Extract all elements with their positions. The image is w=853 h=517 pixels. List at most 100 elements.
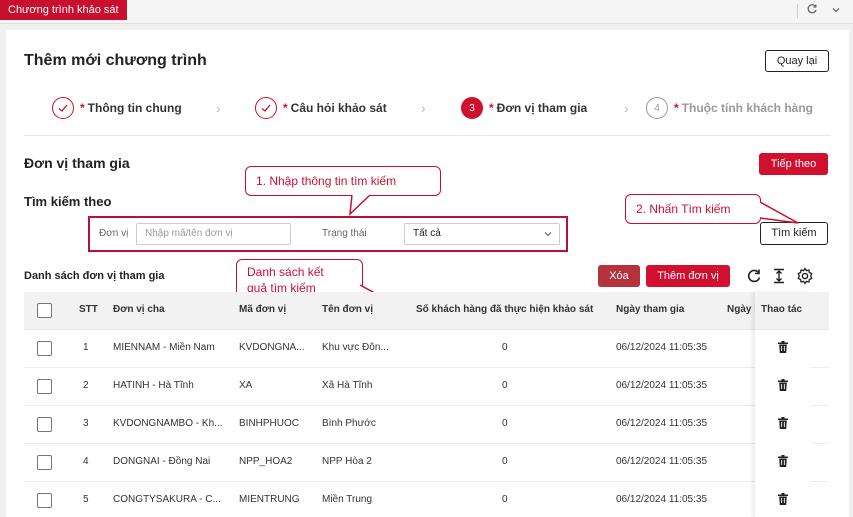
cell-count: 0	[502, 418, 508, 429]
settings-gear-icon[interactable]	[796, 267, 814, 288]
col-ma-don-vi: Mã đơn vị	[239, 304, 287, 315]
cell-parent: KVDONGNAMBO - Kh...	[113, 418, 223, 429]
chevron-down-icon	[543, 224, 553, 252]
cell-stt: 1	[83, 342, 89, 353]
step-number: 4	[646, 97, 668, 119]
required-asterisk: *	[283, 101, 288, 115]
cell-count: 0	[502, 380, 508, 391]
cell-parent: MIENNAM - Miền Nam	[113, 342, 215, 353]
unit-label: Đơn vị	[99, 228, 129, 239]
trash-icon[interactable]	[778, 493, 788, 508]
select-all-checkbox[interactable]	[37, 303, 52, 318]
divider	[24, 135, 831, 136]
col-ngay-tham-gia: Ngày tham gia	[616, 304, 685, 315]
status-select[interactable]: Tất cả	[404, 223, 560, 245]
chevron-right-icon: ›	[624, 100, 629, 116]
cell-code: KVDONGNA...	[239, 342, 305, 353]
cell-parent: HATINH - Hà Tĩnh	[113, 380, 194, 391]
cell-code: MIENTRUNG	[239, 494, 300, 505]
cell-code: XA	[239, 380, 253, 391]
main-card: Thêm mới chương trình Quay lại * Thông t…	[6, 30, 849, 517]
cell-count: 0	[502, 494, 508, 505]
required-asterisk: *	[80, 101, 85, 115]
callout-pointer	[349, 194, 371, 216]
cell-count: 0	[502, 342, 508, 353]
check-icon	[255, 97, 277, 119]
col-ten-don-vi: Tên đơn vị	[322, 304, 374, 315]
row-checkbox[interactable]	[37, 493, 52, 508]
cell-stt: 3	[83, 418, 89, 429]
table-row: 1 MIENNAM - Miền Nam KVDONGNA... Khu vực…	[24, 330, 829, 368]
search-title: Tìm kiếm theo	[24, 194, 112, 209]
required-asterisk: *	[489, 101, 494, 115]
refresh-icon[interactable]	[746, 268, 762, 287]
col-so-khach-hang: Số khách hàng đã thực hiện khảo sát	[416, 304, 594, 315]
unit-search-input[interactable]: Nhập mã/tên đơn vị	[136, 223, 291, 245]
cell-name: Miền Trung	[322, 494, 373, 505]
row-checkbox[interactable]	[37, 455, 52, 470]
column-height-icon[interactable]	[772, 268, 786, 287]
add-unit-button[interactable]: Thêm đơn vị	[646, 265, 730, 287]
chevron-right-icon: ›	[421, 100, 426, 116]
step-label: Câu hỏi khảo sát	[290, 101, 387, 115]
cell-count: 0	[502, 456, 508, 467]
table-row: 2 HATINH - Hà Tĩnh XA Xã Hà Tĩnh 0 06/12…	[24, 368, 829, 406]
trash-icon[interactable]	[778, 379, 788, 394]
section-title: Đơn vị tham gia	[24, 155, 130, 171]
callout-text-line1: Danh sách kết	[247, 265, 324, 279]
cell-date: 06/12/2024 11:05:35	[616, 418, 708, 429]
cell-date: 06/12/2024 11:05:35	[616, 342, 708, 353]
cell-name: Bình Phước	[322, 418, 376, 429]
col-thao-tac: Thao tác	[761, 304, 803, 315]
cell-code: NPP_HOA2	[239, 456, 293, 467]
cell-name: NPP Hòa 2	[322, 456, 372, 467]
callout-text: 2. Nhấn Tìm kiếm	[636, 202, 731, 216]
action-column: Thao tác	[755, 292, 811, 517]
top-bar: Chương trình khảo sát	[0, 0, 853, 24]
row-checkbox[interactable]	[37, 341, 52, 356]
next-button[interactable]: Tiếp theo	[759, 153, 828, 175]
col-stt: STT	[79, 304, 98, 315]
trash-icon[interactable]	[778, 341, 788, 356]
table-row: 3 KVDONGNAMBO - Kh... BINHPHUOC Bình Phư…	[24, 406, 829, 444]
cell-stt: 4	[83, 456, 89, 467]
cell-stt: 5	[83, 494, 89, 505]
cell-code: BINHPHUOC	[239, 418, 300, 429]
step-don-vi-tham-gia[interactable]: 3 * Đơn vị tham gia	[461, 96, 587, 120]
step-thong-tin-chung[interactable]: * Thông tin chung	[52, 96, 182, 120]
cell-parent: DONGNAI - Đồng Nai	[113, 456, 211, 467]
status-select-value: Tất cả	[413, 228, 441, 239]
chevron-down-icon[interactable]	[828, 3, 844, 19]
step-label: Thuộc tính khách hàng	[681, 101, 814, 115]
list-title: Danh sách đơn vị tham gia	[24, 270, 165, 282]
table-row: 5 CONGTYSAKURA - C... MIENTRUNG Miền Tru…	[24, 482, 829, 517]
row-checkbox[interactable]	[37, 379, 52, 394]
callout-click-search: 2. Nhấn Tìm kiếm	[625, 194, 761, 224]
trash-icon[interactable]	[778, 417, 788, 432]
cell-date: 06/12/2024 11:05:35	[616, 494, 708, 505]
chevron-right-icon: ›	[216, 100, 221, 116]
refresh-icon[interactable]	[804, 3, 820, 19]
row-checkbox[interactable]	[37, 417, 52, 432]
callout-pointer	[758, 201, 799, 224]
cell-stt: 2	[83, 380, 89, 391]
col-don-vi-cha: Đơn vị cha	[113, 304, 165, 315]
cell-date: 06/12/2024 11:05:35	[616, 380, 708, 391]
cell-date: 06/12/2024 11:05:35	[616, 456, 708, 467]
action-column-header: Thao tác	[755, 292, 811, 330]
step-label: Đơn vị tham gia	[496, 101, 588, 115]
cell-name: Khu vực Đôn...	[322, 342, 389, 353]
table-header: STT Đơn vị cha Mã đơn vị Tên đơn vị Số k…	[24, 292, 829, 330]
step-thuoc-tinh-khach-hang[interactable]: 4 * Thuộc tính khách hàng	[646, 96, 813, 120]
status-label: Trạng thái	[322, 228, 367, 239]
trash-icon[interactable]	[778, 455, 788, 470]
topbar-divider	[797, 4, 798, 18]
back-button[interactable]: Quay lại	[765, 50, 829, 72]
delete-button[interactable]: Xóa	[598, 265, 640, 287]
tab-chuong-trinh-khao-sat[interactable]: Chương trình khảo sát	[0, 0, 127, 20]
table-row: 4 DONGNAI - Đồng Nai NPP_HOA2 NPP Hòa 2 …	[24, 444, 829, 482]
cell-name: Xã Hà Tĩnh	[322, 380, 373, 391]
step-label: Thông tin chung	[87, 101, 182, 115]
callout-enter-search: 1. Nhập thông tin tìm kiếm	[245, 166, 441, 196]
step-cau-hoi-khao-sat[interactable]: * Câu hỏi khảo sát	[255, 96, 387, 120]
